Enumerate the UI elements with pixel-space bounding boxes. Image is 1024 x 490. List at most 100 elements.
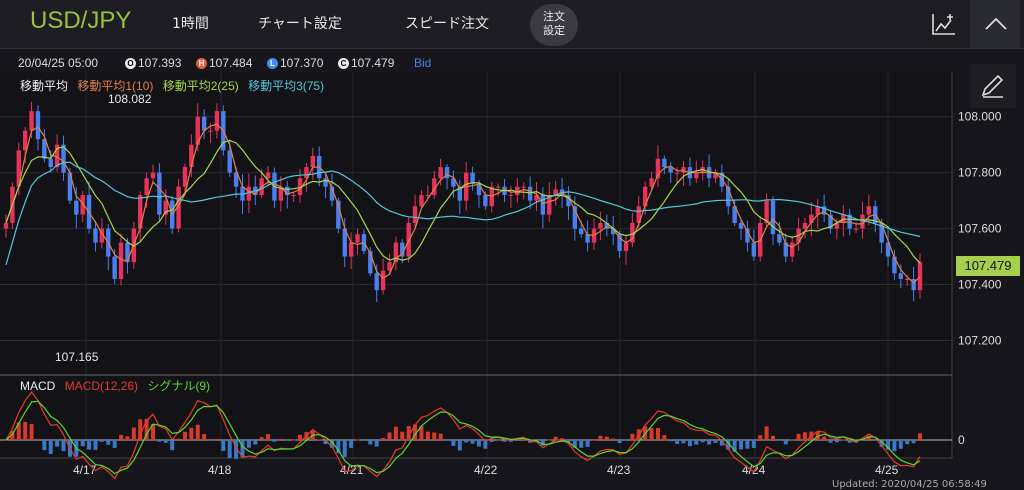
macd-histogram-bar (93, 440, 98, 450)
macd-histogram-bar (176, 438, 181, 440)
candle-body (125, 242, 130, 263)
macd-histogram-bar (298, 434, 303, 440)
macd-histogram-bar (278, 438, 283, 440)
price-tick-label: 107.400 (958, 278, 1002, 292)
price-tick-label: 108.000 (958, 110, 1002, 124)
candle-body (483, 195, 488, 207)
open-badge: O (125, 58, 136, 70)
symbol-title[interactable]: USD/JPY (30, 7, 131, 35)
macd-histogram-bar (266, 434, 271, 440)
macd-histogram-bar (623, 440, 628, 441)
ohlc-high: H 107.484 (196, 56, 252, 70)
ma-legend: 移動平均 移動平均1(10) 移動平均2(25) 移動平均3(75) (20, 77, 330, 94)
macd-histogram-bar (783, 440, 788, 445)
macd-histogram-bar (400, 431, 405, 440)
order-settings-button[interactable]: 注文 設定 (530, 4, 578, 46)
macd-histogram-bar (438, 433, 443, 440)
macd-histogram-bar (713, 440, 718, 443)
low-value: 107.370 (280, 56, 324, 70)
date-tick-label: 4/18 (208, 463, 232, 477)
macd-histogram-bar (170, 440, 175, 451)
order-settings-label-1: 注文 (543, 10, 565, 23)
top-toolbar: USD/JPY 1時間 チャート設定 スピード注文 注文 設定 (0, 0, 1024, 49)
macd-histogram-bar (432, 432, 437, 440)
candle-body (789, 242, 795, 257)
macd-histogram-bar (55, 440, 60, 447)
macd-histogram-bar (163, 440, 168, 443)
macd-histogram-bar (285, 440, 290, 441)
macd-histogram-bar (368, 440, 373, 445)
macd-histogram-bar (99, 440, 104, 442)
macd-histogram-bar (777, 440, 782, 441)
macd-histogram-bar (700, 440, 705, 443)
macd-histogram-bar (393, 426, 398, 440)
macd-histogram-bar (796, 433, 801, 440)
candle-body (419, 195, 424, 207)
min-price-label: 107.165 (55, 350, 99, 364)
macd-histogram-bar (221, 440, 226, 451)
macd-histogram-bar (707, 440, 712, 445)
candle-body (853, 228, 859, 230)
macd-histogram-bar (125, 436, 130, 440)
candle-body (265, 172, 271, 179)
ma3-legend: 移動平均3(75) (248, 79, 325, 93)
candle-body (374, 273, 379, 291)
macd-legend-title: MACD (20, 379, 56, 393)
draw-tool-button[interactable] (970, 64, 1016, 108)
price-chart[interactable]: 107.200 107.400 107.600 107.800 108.000 4/17 4… (0, 72, 1024, 489)
speed-order-button[interactable]: スピード注文 (405, 13, 489, 33)
macd-histogram-bar (604, 436, 609, 440)
candle-body (527, 186, 533, 201)
macd-histogram-bar (630, 433, 635, 440)
candle-body (470, 172, 475, 184)
chart-settings-button[interactable]: チャート設定 (258, 13, 342, 33)
macd-histogram-bar (349, 440, 354, 448)
add-indicator-button[interactable] (918, 0, 968, 48)
candle-body (751, 242, 757, 257)
macd-histogram-bar (751, 440, 756, 448)
macd-histogram-bar (662, 435, 667, 440)
close-value: 107.479 (351, 56, 395, 70)
macd-histogram-bar (898, 440, 903, 449)
candle-body (246, 186, 252, 201)
macd-histogram-bar (48, 440, 53, 455)
max-price-label: 108.082 (108, 92, 152, 106)
high-value: 107.484 (209, 56, 253, 70)
macd-histogram-bar (739, 440, 744, 450)
macd-histogram-bar (502, 440, 507, 442)
candle-body (866, 206, 872, 215)
macd-histogram-bar (579, 440, 584, 448)
candle-body (29, 111, 34, 131)
macd-histogram-bar (834, 440, 839, 443)
candle-body (674, 172, 680, 174)
collapse-button[interactable] (970, 0, 1020, 48)
ohlc-open: O 107.393 (125, 56, 181, 70)
macd-histogram-bar (694, 440, 699, 445)
macd-histogram-bar (4, 440, 8, 441)
ohlc-close: C 107.479 (338, 56, 394, 70)
candle-body (35, 111, 41, 140)
macd-histogram-bar (611, 438, 616, 440)
macd-histogram-bar (131, 427, 136, 440)
macd-histogram-bar (592, 439, 597, 441)
macd-histogram-bar (208, 440, 213, 441)
macd-histogram-bar (106, 440, 111, 445)
macd-zero-label: 0 (958, 433, 965, 447)
candle-body (118, 242, 124, 279)
macd-histogram-bar (42, 440, 47, 451)
macd-histogram-bar (681, 440, 686, 444)
candle-body (917, 262, 923, 291)
current-price-tag: 107.479 (956, 256, 1020, 276)
macd-histogram-bar (464, 440, 469, 443)
timeframe-button[interactable]: 1時間 (172, 13, 209, 33)
date-tick-label: 4/17 (73, 463, 97, 477)
macd-histogram-bar (259, 437, 264, 440)
candle-body (777, 234, 782, 243)
candle-body (623, 242, 629, 251)
candle-body (112, 256, 117, 279)
ohlc-side: Bid (414, 56, 432, 70)
updated-timestamp: Updated: 2020/04/25 06:58:49 (832, 479, 987, 490)
candle-body (189, 144, 194, 168)
candle-body (438, 167, 443, 179)
ma-legend-title: 移動平均 (20, 79, 69, 93)
